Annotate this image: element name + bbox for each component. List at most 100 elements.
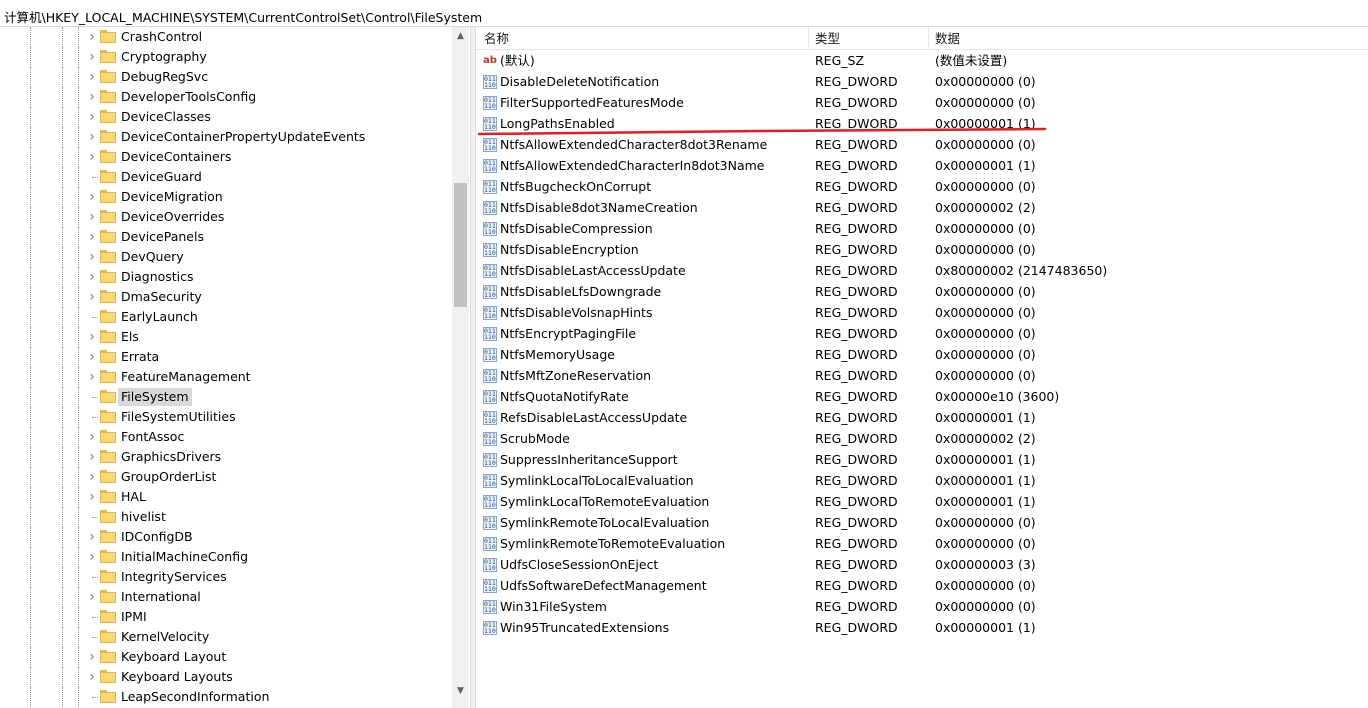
value-row[interactable]: 011 110 NtfsDisableVolsnapHints REG_DWORD 0x…: [476, 303, 1368, 324]
value-row[interactable]: 011 110 DisableDeleteNotification REG_DWORD…: [476, 72, 1368, 93]
value-row[interactable]: 011 110 Win31FileSystem REG_DWORD 0x00000000…: [476, 597, 1368, 618]
tree-item[interactable]: › Els: [0, 327, 452, 347]
tree-item[interactable]: › DeviceClasses: [0, 107, 452, 127]
chevron-right-icon[interactable]: ›: [86, 590, 98, 604]
tree-item[interactable]: FileSystem: [0, 387, 452, 407]
chevron-right-icon[interactable]: ›: [86, 110, 98, 124]
value-row[interactable]: ab (默认) REG_SZ (数值未设置): [476, 51, 1368, 72]
chevron-right-icon[interactable]: ›: [86, 230, 98, 244]
tree-item[interactable]: › IDConfigDB: [0, 527, 452, 547]
tree-item[interactable]: › FontAssoc: [0, 427, 452, 447]
value-row[interactable]: 011 110 RefsDisableLastAccessUpdate REG_DWO…: [476, 408, 1368, 429]
chevron-right-icon[interactable]: ›: [86, 370, 98, 384]
tree-item[interactable]: › DebugRegSvc: [0, 67, 452, 87]
chevron-right-icon[interactable]: ›: [86, 250, 98, 264]
value-row[interactable]: 011 110 NtfsBugcheckOnCorrupt REG_DWORD 0x00…: [476, 177, 1368, 198]
value-data: 0x00000000 (0): [935, 515, 1036, 530]
tree-item[interactable]: › Errata: [0, 347, 452, 367]
tree-item[interactable]: KernelVelocity: [0, 627, 452, 647]
scroll-down-icon[interactable]: ▼: [452, 685, 469, 697]
value-row[interactable]: 011 110 SymlinkRemoteToLocalEvaluation REG_…: [476, 513, 1368, 534]
column-divider[interactable]: [808, 27, 809, 50]
chevron-right-icon[interactable]: ›: [86, 470, 98, 484]
tree-item[interactable]: › CrashControl: [0, 27, 452, 47]
tree-item[interactable]: › International: [0, 587, 452, 607]
value-row[interactable]: 011 110 ScrubMode REG_DWORD 0x00000002 (2): [476, 429, 1368, 450]
value-row[interactable]: 011 110 NtfsMftZoneReservation REG_DWORD 0x0…: [476, 366, 1368, 387]
chevron-right-icon[interactable]: ›: [86, 150, 98, 164]
chevron-right-icon[interactable]: ›: [86, 90, 98, 104]
tree-item[interactable]: IPMI: [0, 607, 452, 627]
chevron-right-icon[interactable]: ›: [86, 430, 98, 444]
tree-item[interactable]: FileSystemUtilities: [0, 407, 452, 427]
value-row[interactable]: 011 110 UdfsSoftwareDefectManagement REG_DW…: [476, 576, 1368, 597]
tree-item[interactable]: › Diagnostics: [0, 267, 452, 287]
scroll-up-icon[interactable]: ▲: [452, 30, 469, 42]
value-row[interactable]: 011 110 NtfsDisableCompression REG_DWORD 0x0…: [476, 219, 1368, 240]
chevron-right-icon[interactable]: ›: [86, 670, 98, 684]
tree-item[interactable]: › DevQuery: [0, 247, 452, 267]
chevron-right-icon[interactable]: ›: [86, 210, 98, 224]
value-row[interactable]: 011 110 UdfsCloseSessionOnEject REG_DWORD 0x…: [476, 555, 1368, 576]
tree-item[interactable]: › Keyboard Layout: [0, 647, 452, 667]
chevron-right-icon[interactable]: ›: [86, 350, 98, 364]
chevron-right-icon[interactable]: ›: [86, 70, 98, 84]
tree-item[interactable]: › DmaSecurity: [0, 287, 452, 307]
value-row[interactable]: 011 110 FilterSupportedFeaturesMode REG_DWO…: [476, 93, 1368, 114]
value-row[interactable]: 011 110 SymlinkLocalToRemoteEvaluation REG_…: [476, 492, 1368, 513]
tree-item[interactable]: › FeatureManagement: [0, 367, 452, 387]
tree-item[interactable]: › DeviceOverrides: [0, 207, 452, 227]
column-header-type[interactable]: 类型: [815, 31, 840, 47]
tree-item[interactable]: › GraphicsDrivers: [0, 447, 452, 467]
tree-item[interactable]: DeviceGuard: [0, 167, 452, 187]
tree-item[interactable]: › HAL: [0, 487, 452, 507]
tree-item[interactable]: › Keyboard Layouts: [0, 667, 452, 687]
value-row[interactable]: 011 110 NtfsDisable8dot3NameCreation REG_DW…: [476, 198, 1368, 219]
tree-item[interactable]: › DeviceContainers: [0, 147, 452, 167]
chevron-right-icon[interactable]: ›: [86, 30, 98, 44]
tree-item[interactable]: › Cryptography: [0, 47, 452, 67]
address-bar[interactable]: 计算机\HKEY_LOCAL_MACHINE\SYSTEM\CurrentCon…: [0, 0, 1368, 27]
value-row[interactable]: 011 110 SymlinkRemoteToRemoteEvaluation REG…: [476, 534, 1368, 555]
value-row[interactable]: 011 110 NtfsQuotaNotifyRate REG_DWORD 0x0000…: [476, 387, 1368, 408]
value-row[interactable]: 011 110 NtfsDisableLfsDowngrade REG_DWORD 0x…: [476, 282, 1368, 303]
chevron-right-icon[interactable]: ›: [86, 490, 98, 504]
tree-item[interactable]: › DeveloperToolsConfig: [0, 87, 452, 107]
column-header-name[interactable]: 名称: [484, 31, 509, 47]
value-row[interactable]: 011 110 SuppressInheritanceSupport REG_DWOR…: [476, 450, 1368, 471]
column-header-data[interactable]: 数据: [935, 31, 960, 47]
chevron-right-icon[interactable]: ›: [86, 530, 98, 544]
binary-value-icon: 011 110: [483, 285, 497, 299]
chevron-right-icon[interactable]: ›: [86, 270, 98, 284]
tree-guide-line: [62, 487, 63, 507]
scrollbar-thumb[interactable]: [454, 183, 467, 307]
tree-item[interactable]: › DeviceMigration: [0, 187, 452, 207]
chevron-right-icon[interactable]: ›: [86, 650, 98, 664]
value-row[interactable]: 011 110 NtfsEncryptPagingFile REG_DWORD 0x00…: [476, 324, 1368, 345]
value-row[interactable]: 011 110 NtfsAllowExtendedCharacter8dot3Ren…: [476, 135, 1368, 156]
tree-item[interactable]: LeapSecondInformation: [0, 687, 452, 707]
tree-item[interactable]: › DevicePanels: [0, 227, 452, 247]
value-row[interactable]: 011 110 SymlinkLocalToLocalEvaluation REG_D…: [476, 471, 1368, 492]
tree-item[interactable]: › DeviceContainerPropertyUpdateEvents: [0, 127, 452, 147]
chevron-right-icon[interactable]: ›: [86, 330, 98, 344]
chevron-right-icon[interactable]: ›: [86, 50, 98, 64]
chevron-right-icon[interactable]: ›: [86, 450, 98, 464]
chevron-right-icon[interactable]: ›: [86, 550, 98, 564]
value-row[interactable]: 011 110 NtfsDisableLastAccessUpdate REG_DWO…: [476, 261, 1368, 282]
value-row[interactable]: 011 110 NtfsDisableEncryption REG_DWORD 0x00…: [476, 240, 1368, 261]
tree-item[interactable]: hivelist: [0, 507, 452, 527]
value-row[interactable]: 011 110 LongPathsEnabled REG_DWORD 0x0000000…: [476, 114, 1368, 135]
value-row[interactable]: 011 110 Win95TruncatedExtensions REG_DWORD 0…: [476, 618, 1368, 639]
value-row[interactable]: 011 110 NtfsMemoryUsage REG_DWORD 0x00000000…: [476, 345, 1368, 366]
tree-item[interactable]: IntegrityServices: [0, 567, 452, 587]
chevron-right-icon[interactable]: ›: [86, 290, 98, 304]
tree-item[interactable]: EarlyLaunch: [0, 307, 452, 327]
value-row[interactable]: 011 110 NtfsAllowExtendedCharacterIn8dot3N…: [476, 156, 1368, 177]
tree-item[interactable]: › InitialMachineConfig: [0, 547, 452, 567]
chevron-right-icon[interactable]: ›: [86, 130, 98, 144]
column-divider[interactable]: [928, 27, 929, 50]
tree-scrollbar[interactable]: ▲ ▼: [452, 27, 469, 708]
tree-item[interactable]: › GroupOrderList: [0, 467, 452, 487]
chevron-right-icon[interactable]: ›: [86, 190, 98, 204]
